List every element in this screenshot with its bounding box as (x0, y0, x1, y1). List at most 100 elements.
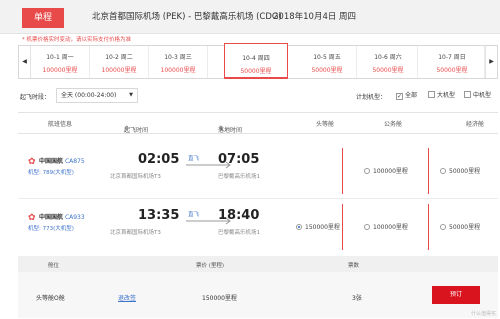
date-label: 10-5 周五 (313, 54, 341, 61)
air-china-logo-icon: ✿ (28, 213, 36, 223)
airline-name: 中国国航 (39, 158, 64, 165)
filter-row: 起飞时段： 全天 (00:00-24:00) ▼ 计划机型： ✓ 全部 大机型 中… (0, 86, 500, 106)
divider (342, 148, 343, 194)
refund-change-link[interactable]: 退改签 (118, 293, 136, 302)
book-button[interactable]: 预订 (432, 286, 480, 304)
departure-time: 13:35 (138, 208, 180, 223)
flight-table-header: 航班信息 起飞时间 ⇕ 落地时间 ⇕ 头等舱 公务舱 经济舱 (18, 112, 498, 134)
flight-row: ✿ 中国国航 CA875 机型: 789(大机型) 02:05 北京首都国际机场T… (18, 144, 498, 200)
date-cell[interactable]: 10-5 周五 50000里程 (298, 46, 357, 78)
airline-name: 中国国航 (39, 214, 64, 221)
time-select-value: 全天 (00:00-24:00) (61, 92, 117, 99)
economy-fare[interactable]: 50000里程 (440, 222, 480, 231)
date-cell[interactable]: 10-2 周二 100000里程 (90, 46, 149, 78)
date-price: 100000里程 (160, 67, 196, 74)
col-cabin: 舱位 (48, 263, 60, 269)
row-divider (18, 198, 498, 199)
arrival-time: 18:40 (218, 208, 260, 223)
date-label: 10-1 周一 (46, 54, 74, 61)
chevron-down-icon: ▼ (129, 92, 133, 98)
aircraft-type-label: 计划机型： (356, 94, 387, 101)
arrival-airport: 巴黎戴高乐机场1 (218, 230, 260, 236)
date-price: 50000里程 (436, 67, 468, 74)
checkbox-label: 中机型 (473, 92, 492, 99)
date-price: 50000里程 (240, 68, 272, 75)
fare-amount: 50000里程 (449, 224, 481, 231)
sort-icon: ⇕ (124, 125, 130, 132)
flight-number[interactable]: CA875 (65, 158, 85, 165)
date-cell[interactable]: 10-1 周一 100000里程 (31, 46, 90, 78)
flight-row: ✿ 中国国航 CA933 机型: 773(大机型) 13:35 北京首都国际机场T… (18, 200, 498, 256)
checkbox-empty-icon (428, 91, 435, 98)
next-dates-button[interactable]: ▶ (485, 46, 497, 78)
col-price: 票价 (里程) (196, 263, 225, 269)
type-medium-checkbox[interactable]: 中机型 (464, 90, 491, 99)
col-economy: 经济舱 (466, 121, 485, 128)
date-label: 10-4 周四 (242, 55, 270, 62)
route-title: 北京首都国际机场 (PEK) - 巴黎戴高乐机场 (CDG) (92, 12, 282, 22)
air-china-logo-icon: ✿ (28, 157, 36, 167)
fare-amount: 50000里程 (449, 168, 481, 175)
trip-type-badge[interactable]: 单程 (22, 8, 64, 28)
first-fare[interactable]: 150000里程 (296, 222, 340, 231)
radio-icon (364, 224, 370, 230)
prev-dates-button[interactable]: ◀ (19, 46, 31, 78)
sort-icon: ⇕ (218, 125, 224, 132)
date-price: 100000里程 (101, 67, 137, 74)
business-fare[interactable]: 100000里程 (364, 222, 408, 231)
date-price: 100000里程 (42, 67, 78, 74)
radio-icon (440, 168, 446, 174)
price-notice: * 机票价格实时变动，请以实际支付价格为准 (22, 37, 131, 43)
airline-info: ✿ 中国国航 CA933 (28, 212, 85, 223)
aircraft-type[interactable]: 机型: 773(大机型) (28, 224, 74, 232)
cabin-table-header: 舱位 票价 (里程) 票数 (18, 256, 498, 272)
fare-amount: 150000里程 (305, 224, 340, 231)
date-label: 10-3 周三 (164, 54, 192, 61)
radio-selected-icon (296, 224, 302, 230)
col-business: 公务舱 (384, 121, 403, 128)
departure-time: 02:05 (138, 152, 180, 167)
departure-time-select[interactable]: 全天 (00:00-24:00) ▼ (56, 88, 138, 103)
time-filter-label: 起飞时段： (20, 94, 51, 101)
col-first: 头等舱 (316, 121, 335, 128)
departure-airport: 北京首都国际机场T3 (110, 174, 161, 180)
checkbox-label: 大机型 (437, 92, 456, 99)
date-price: 50000里程 (372, 67, 404, 74)
divider (428, 148, 429, 194)
airline-info: ✿ 中国国航 CA875 (28, 156, 85, 167)
date-strip: ◀ 10-1 周一 100000里程 10-2 周二 100000里程 10-3… (18, 43, 498, 79)
cabin-price: 150000里程 (202, 295, 237, 302)
route-header: 单程 北京首都国际机场 (PEK) - 巴黎戴高乐机场 (CDG) 2018年1… (0, 0, 500, 34)
date-cell[interactable]: 10-6 周六 50000里程 (359, 46, 418, 78)
seat-count: 3张 (352, 295, 362, 302)
col-flight-info: 航班信息 (48, 121, 73, 128)
cabin-class: 头等舱O舱 (36, 295, 65, 302)
date-label: 10-2 周二 (105, 54, 133, 61)
arrival-airport: 巴黎戴高乐机场1 (218, 174, 260, 180)
fare-amount: 100000里程 (373, 224, 408, 231)
type-all-checkbox[interactable]: ✓ 全部 (396, 90, 417, 100)
business-fare[interactable]: 100000里程 (364, 166, 408, 175)
fare-amount: 100000里程 (373, 168, 408, 175)
date-cell-selected[interactable]: 10-4 周四 50000里程 (224, 43, 288, 79)
divider (428, 204, 429, 250)
date-price: 50000里程 (311, 67, 343, 74)
flight-number[interactable]: CA933 (65, 214, 85, 221)
radio-icon (440, 224, 446, 230)
checkmark-icon: ✓ (396, 93, 403, 100)
type-large-checkbox[interactable]: 大机型 (428, 90, 455, 99)
col-seats: 票数 (348, 263, 360, 269)
checkbox-empty-icon (464, 91, 471, 98)
date-cell[interactable]: 10-3 周三 100000里程 (149, 46, 208, 78)
watermark: 什么值得买 (470, 311, 496, 317)
date-cell[interactable]: 10-7 周日 50000里程 (420, 46, 485, 78)
cabin-row: 头等舱O舱 退改签 150000里程 3张 预订 (18, 272, 498, 318)
arrival-time: 07:05 (218, 152, 260, 167)
aircraft-type[interactable]: 机型: 789(大机型) (28, 168, 74, 176)
radio-icon (364, 168, 370, 174)
economy-fare[interactable]: 50000里程 (440, 166, 480, 175)
divider (342, 204, 343, 250)
departure-airport: 北京首都国际机场T3 (110, 230, 161, 236)
date-label: 10-6 周六 (374, 54, 402, 61)
checkbox-label: 全部 (405, 92, 418, 99)
